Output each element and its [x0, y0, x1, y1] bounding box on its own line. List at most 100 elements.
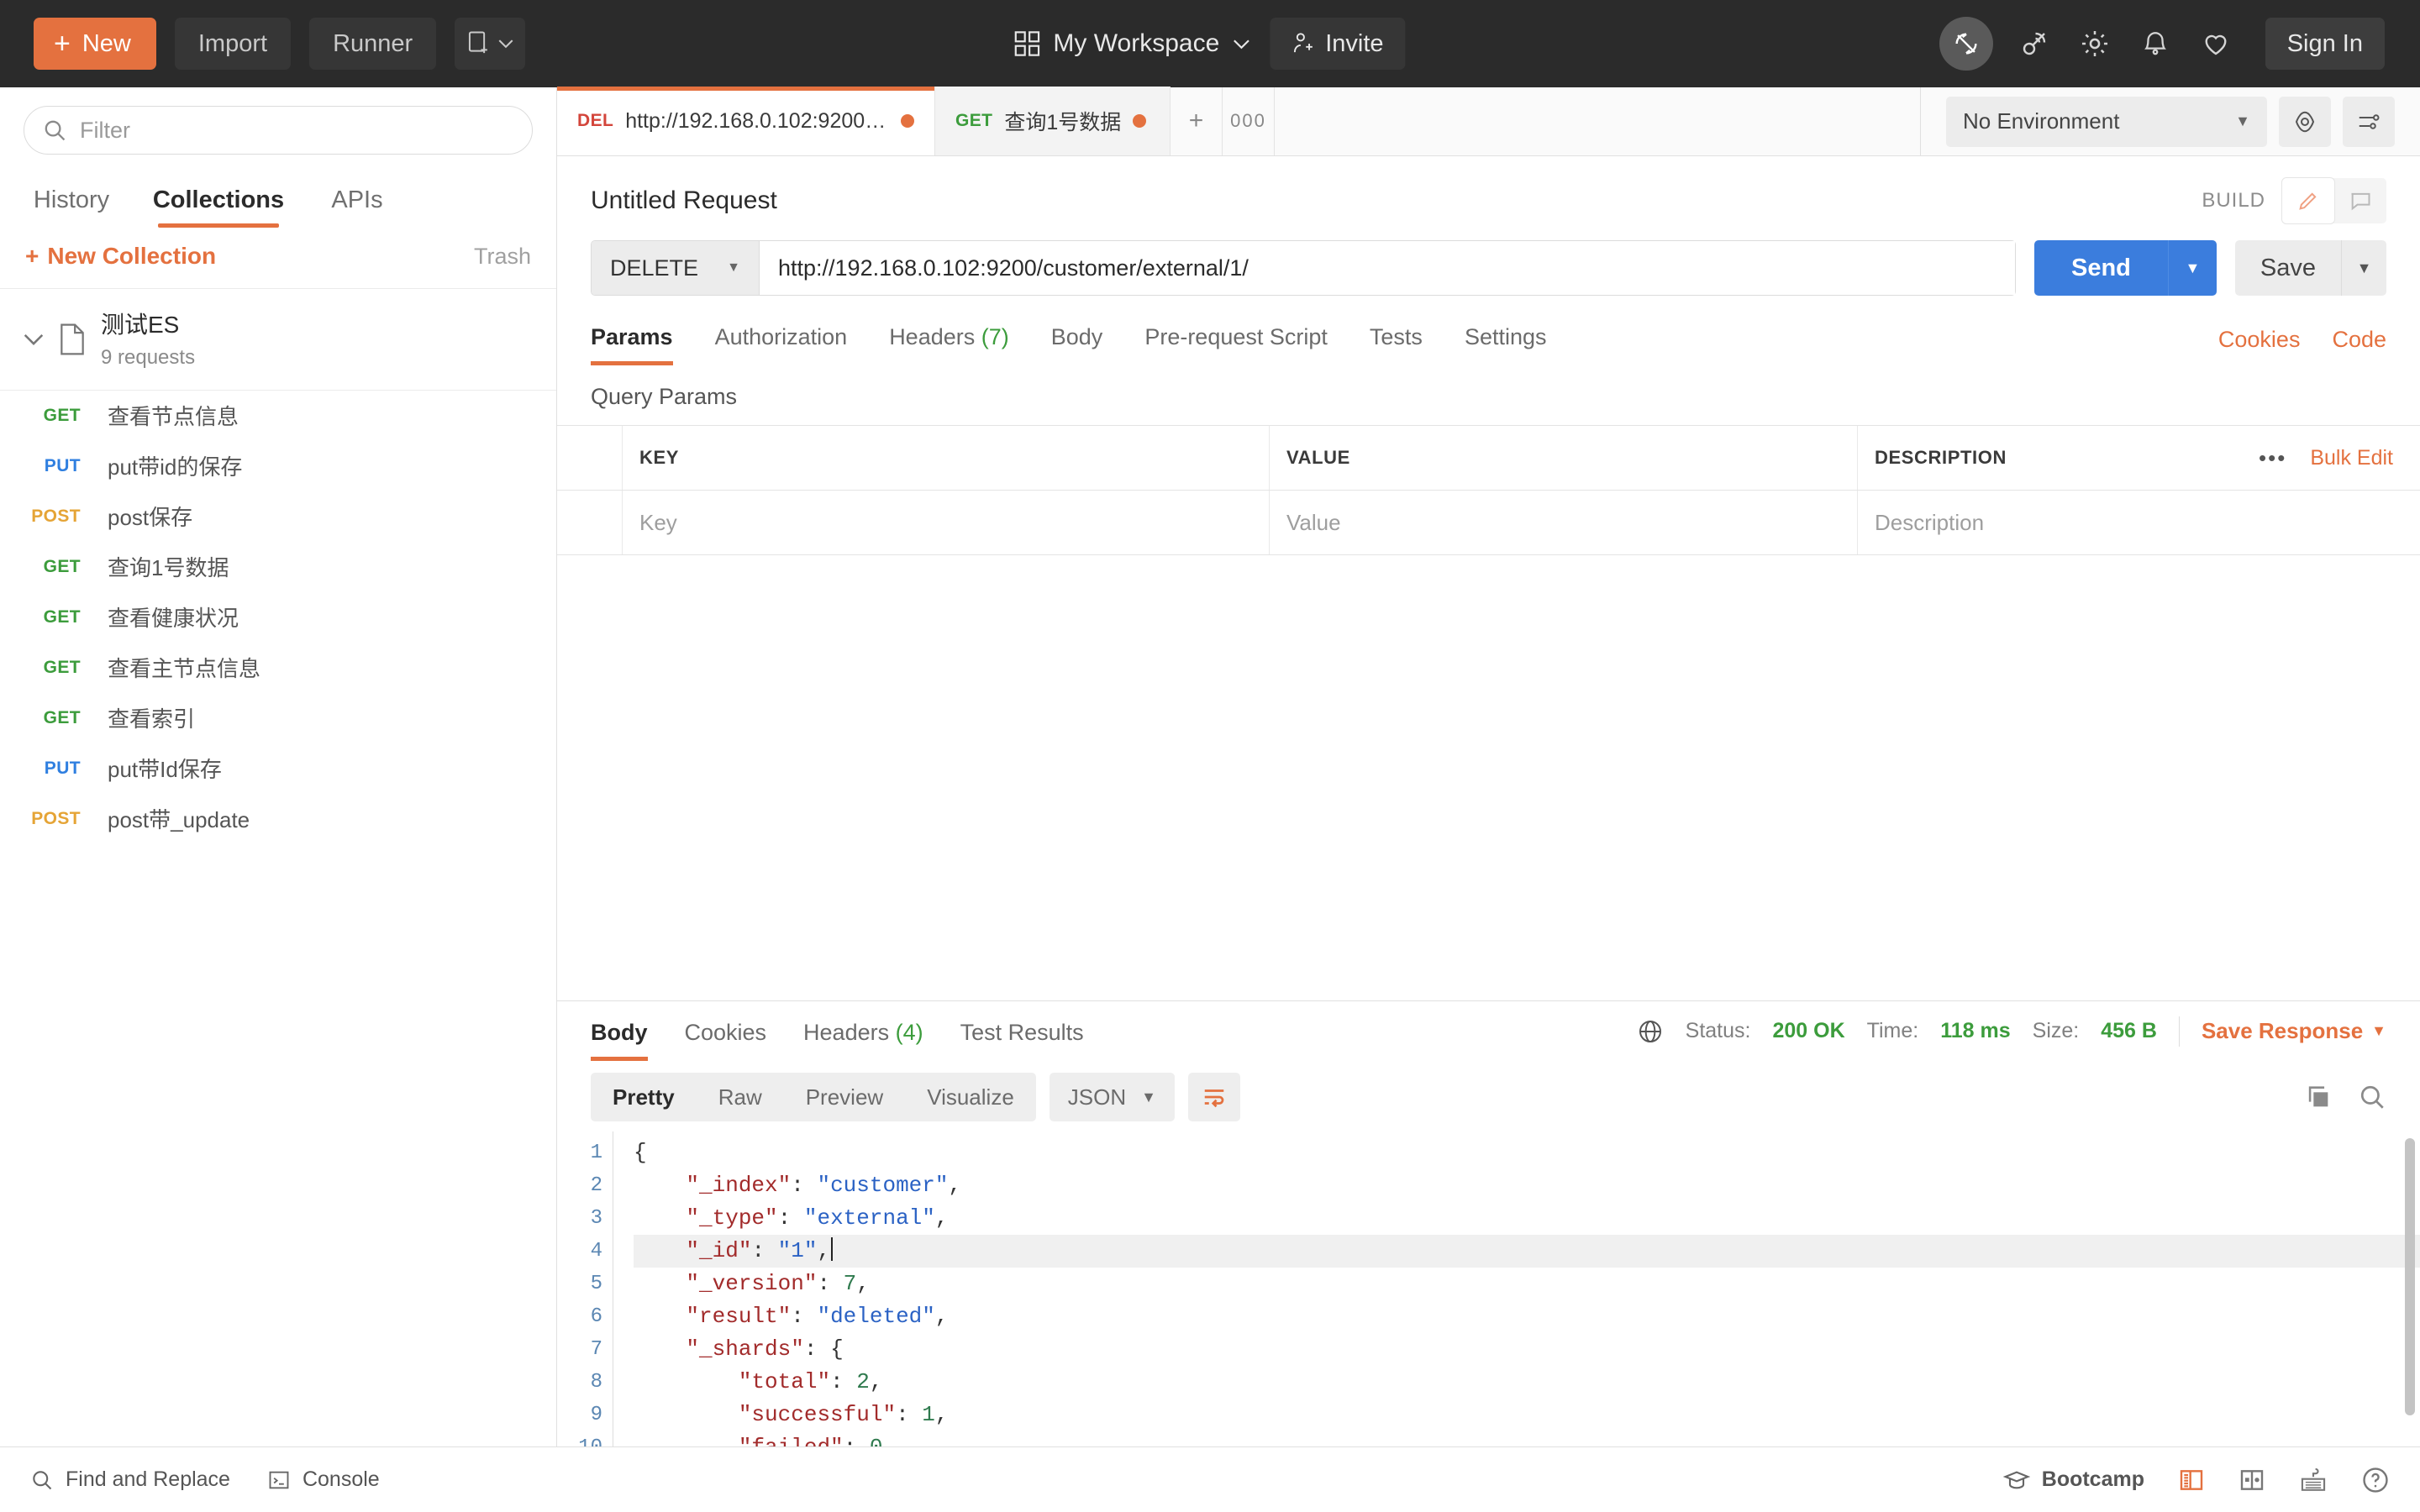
key-input[interactable]: Key	[623, 491, 1269, 554]
request-name: 查看健康状况	[108, 606, 239, 632]
list-item[interactable]: GET 查询1号数据	[0, 542, 556, 592]
url-input[interactable]	[760, 241, 2015, 295]
row-checkbox[interactable]	[557, 491, 623, 554]
description-input[interactable]: Description	[1858, 491, 2001, 554]
tab-label: Pre-request Script	[1144, 324, 1328, 349]
ellipsis-icon[interactable]: •••	[2259, 445, 2286, 471]
send-options-button[interactable]: ▼	[2167, 240, 2217, 296]
code-link[interactable]: Code	[2332, 327, 2386, 353]
response-tab-headers[interactable]: Headers (4)	[803, 1001, 923, 1061]
edit-pencil-button[interactable]	[2282, 178, 2334, 223]
help-icon[interactable]	[2361, 1466, 2390, 1494]
response-body-viewer[interactable]: 1234567891011121314 { "_index": "custome…	[557, 1131, 2420, 1446]
sign-in-button[interactable]: Sign In	[2265, 18, 2385, 70]
new-button[interactable]: + New	[34, 18, 156, 70]
request-name: post带_update	[108, 807, 250, 833]
list-item[interactable]: GET 查看健康状况	[0, 592, 556, 643]
request-tab-get[interactable]: GET 查询1号数据	[935, 87, 1171, 155]
format-selector[interactable]: JSON ▼	[1049, 1073, 1175, 1121]
filter-box[interactable]	[24, 106, 533, 155]
tab-label: Authorization	[714, 324, 848, 349]
bootcamp-button[interactable]: Bootcamp	[2002, 1467, 2144, 1492]
view-mode-preview[interactable]: Preview	[784, 1073, 905, 1121]
build-toggle-group	[2282, 178, 2386, 223]
request-tab-delete[interactable]: DEL http://192.168.0.102:9200/cust...	[557, 87, 935, 155]
view-mode-visualize[interactable]: Visualize	[905, 1073, 1036, 1121]
trash-link[interactable]: Trash	[474, 244, 531, 270]
list-item[interactable]: GET 查看节点信息	[0, 391, 556, 441]
settings-sliders-button[interactable]	[2343, 96, 2395, 147]
layout-sidebar-icon[interactable]	[2178, 1467, 2205, 1494]
more-tabs-button[interactable]: 000	[1223, 87, 1275, 155]
list-item[interactable]: POST post带_update	[0, 794, 556, 844]
request-name: 查询1号数据	[108, 555, 229, 581]
method-selector[interactable]: DELETE ▼	[592, 241, 760, 295]
save-options-button[interactable]: ▼	[2341, 240, 2386, 296]
console-button[interactable]: Console	[267, 1467, 380, 1492]
copy-icon[interactable]	[2304, 1083, 2333, 1111]
tab-authorization[interactable]: Authorization	[715, 314, 848, 365]
tab-pre-request-script[interactable]: Pre-request Script	[1144, 314, 1328, 365]
tab-method: DEL	[577, 111, 614, 130]
value-input[interactable]: Value	[1270, 491, 1857, 554]
request-method: GET	[43, 657, 81, 677]
workspace-selector[interactable]: My Workspace	[1014, 29, 1249, 58]
tab-tests[interactable]: Tests	[1370, 314, 1423, 365]
heart-icon[interactable]	[2196, 24, 2235, 63]
sidebar-tab-apis[interactable]: APIs	[294, 175, 420, 228]
view-mode-raw[interactable]: Raw	[697, 1073, 784, 1121]
tab-body[interactable]: Body	[1051, 314, 1103, 365]
comment-button[interactable]	[2334, 178, 2386, 223]
response-body-code[interactable]: { "_index": "customer", "_type": "extern…	[613, 1131, 2420, 1446]
response-tab-cookies[interactable]: Cookies	[685, 1001, 767, 1061]
list-item[interactable]: GET 查看主节点信息	[0, 643, 556, 693]
list-item[interactable]: PUT put带Id保存	[0, 743, 556, 794]
text-cursor	[831, 1237, 834, 1261]
wrap-lines-button[interactable]	[1187, 1073, 1240, 1121]
satellite-icon[interactable]	[2015, 24, 2054, 63]
tab-params[interactable]: Params	[591, 314, 673, 365]
add-tab-button[interactable]: +	[1171, 87, 1223, 155]
save-button[interactable]: Save	[2234, 240, 2341, 296]
new-window-button[interactable]	[455, 18, 526, 70]
search-icon	[30, 1468, 54, 1492]
bulk-edit-link[interactable]: Bulk Edit	[2310, 446, 2393, 470]
environment-quick-look-button[interactable]	[2279, 96, 2331, 147]
table-row[interactable]: Key Value Description	[557, 491, 2420, 555]
list-item[interactable]: GET 查看索引	[0, 693, 556, 743]
runner-button[interactable]: Runner	[309, 18, 437, 70]
collection-name: 测试ES	[101, 312, 180, 338]
unsaved-dot-icon	[1133, 114, 1147, 128]
search-input[interactable]	[80, 117, 513, 144]
list-item[interactable]: POST post保存	[0, 491, 556, 542]
response-tab-test-results[interactable]: Test Results	[960, 1001, 1084, 1061]
gear-icon[interactable]	[2075, 24, 2114, 63]
environment-selector[interactable]: No Environment ▼	[1946, 96, 2267, 147]
tab-headers[interactable]: Headers (7)	[889, 314, 1009, 365]
vertical-scrollbar[interactable]	[2405, 1138, 2415, 1415]
find-and-replace-button[interactable]: Find and Replace	[30, 1467, 230, 1492]
invite-button[interactable]: Invite	[1270, 18, 1406, 70]
new-collection-button[interactable]: + New Collection	[25, 243, 216, 270]
bell-icon[interactable]	[2136, 24, 2175, 63]
response-tab-body[interactable]: Body	[591, 1001, 648, 1061]
plus-icon: +	[25, 243, 39, 269]
list-item[interactable]: PUT put带id的保存	[0, 441, 556, 491]
send-button[interactable]: Send	[2033, 240, 2168, 296]
chevron-down-icon[interactable]	[24, 333, 44, 346]
collection-row[interactable]: 测试ES 9 requests	[0, 289, 556, 391]
view-mode-pretty[interactable]: Pretty	[591, 1073, 697, 1121]
sidebar-tab-history[interactable]: History	[0, 175, 143, 228]
cookies-link[interactable]: Cookies	[2218, 327, 2301, 353]
search-icon[interactable]	[2358, 1083, 2386, 1111]
import-button[interactable]: Import	[174, 18, 292, 70]
environment-name: No Environment	[1963, 108, 2120, 134]
sync-off-icon[interactable]	[1939, 17, 1993, 71]
sidebar-tab-collections[interactable]: Collections	[143, 175, 294, 228]
save-response-button[interactable]: Save Response ▼	[2202, 1018, 2386, 1044]
send-group: Send ▼	[2033, 240, 2217, 296]
keyboard-shortcut-icon[interactable]	[2299, 1467, 2328, 1494]
tab-settings[interactable]: Settings	[1465, 314, 1547, 365]
layout-two-pane-icon[interactable]	[2238, 1467, 2265, 1494]
tab-count: (4)	[895, 1020, 923, 1045]
